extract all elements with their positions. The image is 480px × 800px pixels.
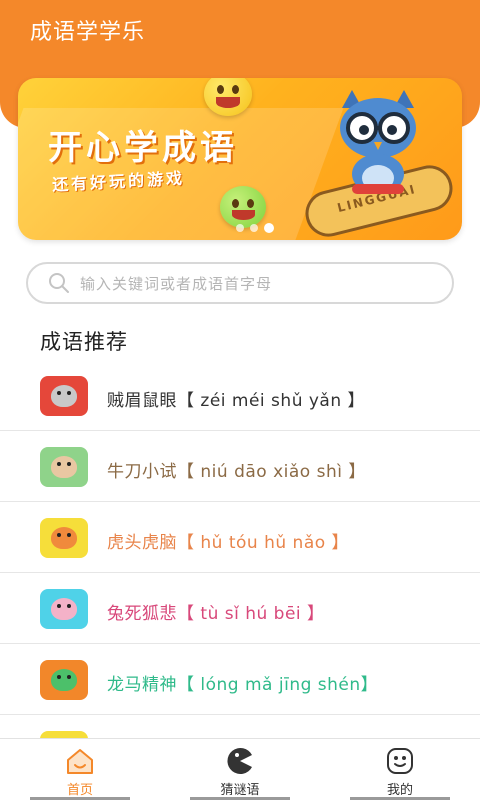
nav-riddle-label: 猜谜语 <box>220 783 260 798</box>
carousel-dot[interactable] <box>250 224 258 232</box>
profile-face-icon <box>387 748 413 774</box>
app-title: 成语学学乐 <box>30 20 146 45</box>
nav-home-label: 首页 <box>66 783 93 798</box>
search-input[interactable]: 输入关键词或者成语首字母 <box>26 262 454 304</box>
nav-mine-label: 我的 <box>386 783 413 798</box>
carousel-dot[interactable] <box>236 224 244 232</box>
nav-home[interactable]: 首页 <box>0 739 160 800</box>
carousel-dot-active[interactable] <box>264 223 274 233</box>
tiger-icon <box>40 518 88 558</box>
riddle-icon <box>227 748 252 774</box>
ox-icon <box>40 447 88 487</box>
idiom-list: 贼眉鼠眼【 zéi méi shǔ yǎn 】 牛刀小试【 niú dāo xi… <box>0 360 480 715</box>
list-item-1[interactable]: 牛刀小试【 niú dāo xiǎo shì 】 <box>0 431 480 502</box>
nav-riddle[interactable]: 猜谜语 <box>160 739 320 800</box>
nav-mine[interactable]: 我的 <box>320 739 480 800</box>
rabbit-icon <box>40 589 88 629</box>
list-item-3[interactable]: 兔死狐悲【 tù sǐ hú bēi 】 <box>0 573 480 644</box>
idiom-text: 龙马精神【 lóng mǎ jīng shén】 <box>107 675 379 695</box>
search-icon <box>49 273 69 293</box>
section-title: 成语推荐 <box>40 330 128 354</box>
idiom-text: 虎头虎脑【 hǔ tóu hǔ nǎo 】 <box>107 533 350 553</box>
idiom-text: 贼眉鼠眼【 zéi méi shǔ yǎn 】 <box>107 391 366 411</box>
idiom-text: 兔死狐悲【 tù sǐ hú bēi 】 <box>107 604 325 624</box>
search-placeholder: 输入关键词或者成语首字母 <box>80 274 273 293</box>
list-item-0[interactable]: 贼眉鼠眼【 zéi méi shǔ yǎn 】 <box>0 360 480 431</box>
owl-mascot-icon <box>340 90 416 194</box>
banner-title: 开心学成语 <box>48 128 238 168</box>
app-screen: 成语学学乐 开心学成语 还有好玩的游戏 LINGGUAI 输入关键词或者成语首字… <box>0 0 480 800</box>
dragon-icon <box>40 660 88 700</box>
list-item-partial[interactable] <box>0 715 480 741</box>
bottom-nav: 首页 猜谜语 我的 <box>0 738 480 800</box>
mouse-icon <box>40 376 88 416</box>
carousel-dots <box>236 223 274 233</box>
home-icon <box>67 749 93 774</box>
list-item-2[interactable]: 虎头虎脑【 hǔ tóu hǔ nǎo 】 <box>0 502 480 573</box>
smiley-green-icon <box>220 186 266 228</box>
list-item-4[interactable]: 龙马精神【 lóng mǎ jīng shén】 <box>0 644 480 715</box>
idiom-text: 牛刀小试【 niú dāo xiǎo shì 】 <box>107 462 366 482</box>
banner-carousel[interactable]: 开心学成语 还有好玩的游戏 LINGGUAI <box>18 78 462 240</box>
